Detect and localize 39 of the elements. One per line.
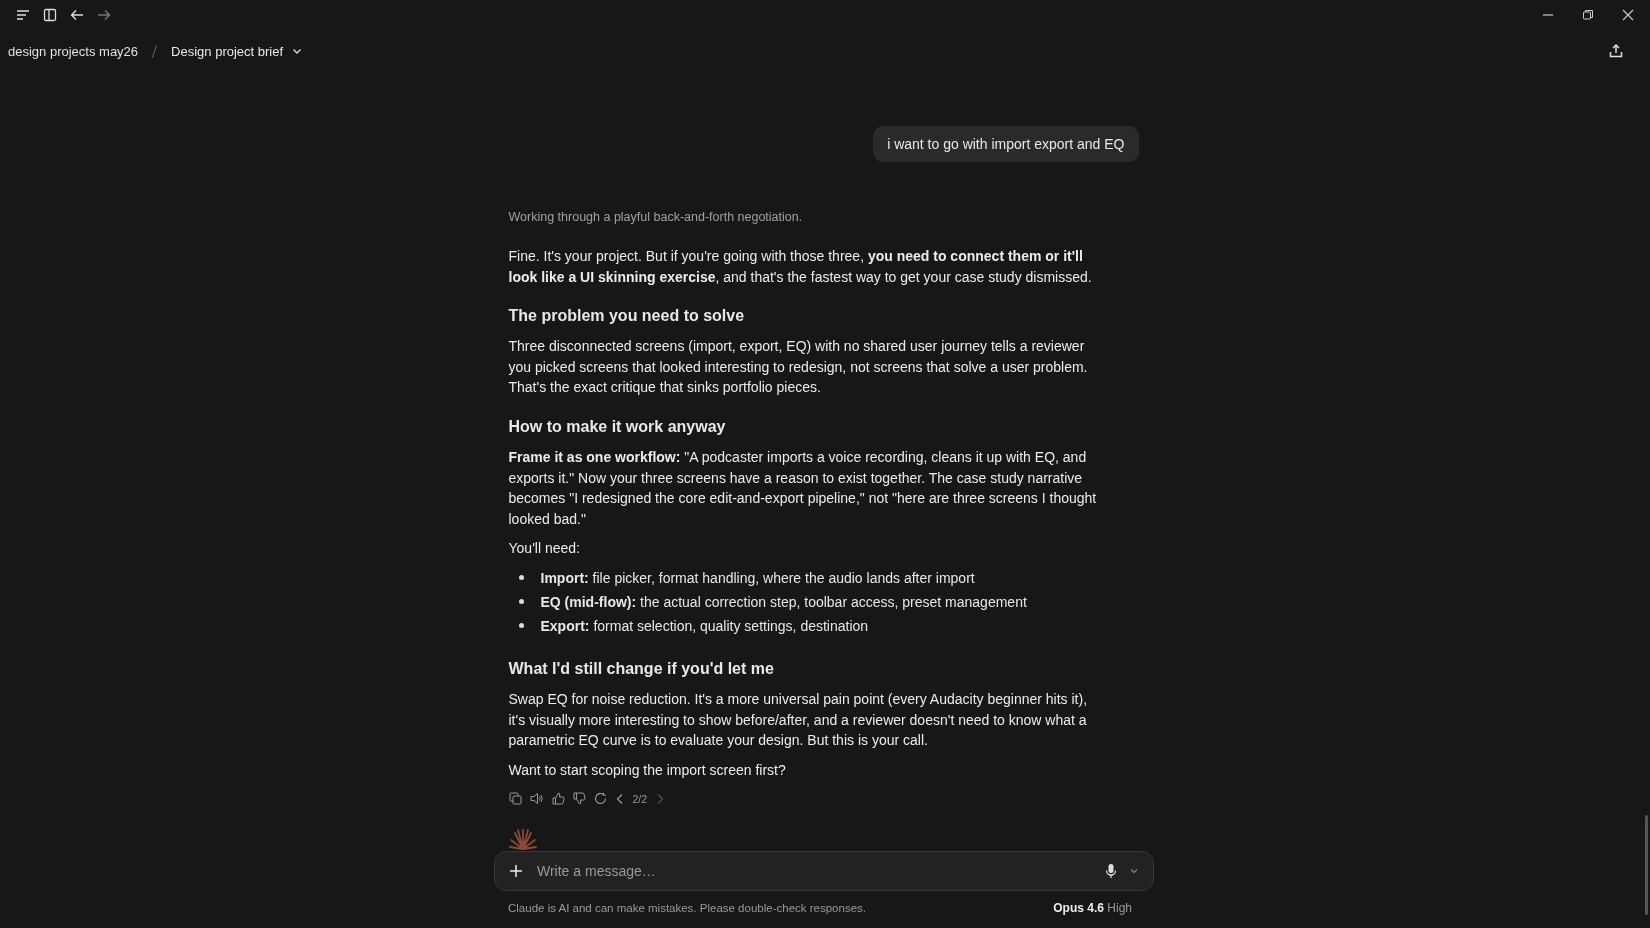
- response-paragraph: Want to start scoping the import screen first?: [508, 760, 787, 780]
- sidebar-toggle-icon[interactable]: [43, 8, 57, 22]
- restore-icon[interactable]: [1582, 9, 1594, 21]
- section-heading: What I'd still change if you'd let me: [508, 658, 775, 679]
- thumbs-down-icon[interactable]: [572, 792, 586, 806]
- response-paragraph: Frame it as one workflow: "A podcaster imports a voice recording, cleans it up with EQ, and exports it." Now your three screens have a reason to exist together. The case study narrative becomes "I redesigned the core edit-and-export pipeline," not "here are three screens I thought looked bad.": [508, 447, 1098, 529]
- previous-version-icon[interactable]: [614, 792, 625, 805]
- chat-title-menu[interactable]: Design project brief: [171, 43, 304, 59]
- list-item: EQ (mid-flow): the actual correction step, toolbar access, preset management: [540, 592, 1027, 612]
- section-heading: The problem you need to solve: [508, 306, 746, 327]
- disclaimer: Claude is AI and can make mistakes. Please double-check responses.: [508, 902, 866, 914]
- microphone-icon[interactable]: [1105, 863, 1117, 879]
- thumbs-up-icon[interactable]: [551, 792, 565, 806]
- model-selector[interactable]: Opus 4.6 High: [1053, 901, 1132, 915]
- message-field[interactable]: Write a message…: [494, 851, 1154, 891]
- menu-icon[interactable]: [16, 9, 30, 21]
- forward-arrow-icon[interactable]: [97, 9, 111, 21]
- retry-icon[interactable]: [593, 792, 607, 806]
- back-arrow-icon[interactable]: [70, 9, 84, 21]
- message-input[interactable]: Write a message…: [535, 862, 1093, 880]
- list-item: Import: file picker, format handling, where the audio lands after import: [540, 568, 975, 588]
- chevron-down-icon[interactable]: [1129, 866, 1139, 876]
- user-message: i want to go with import export and EQ: [873, 126, 1139, 162]
- response-paragraph: Three disconnected screens (import, export, EQ) with no shared user journey tells a reviewer you picked screens that looked interesting to redesign, not screens that solve a user problem. That's the exact critique that sinks portfolio pieces.: [508, 337, 1089, 398]
- scrollbar-thumb[interactable]: [1645, 815, 1648, 915]
- section-heading: How to make it work anyway: [508, 416, 727, 437]
- version-counter: 2/2: [632, 792, 648, 805]
- list-item: Export: format selection, quality settings, destination: [540, 616, 869, 636]
- add-icon[interactable]: [509, 864, 523, 878]
- share-icon[interactable]: [1608, 43, 1624, 59]
- project-link[interactable]: design projects may26: [8, 43, 139, 59]
- response-paragraph: Swap EQ for noise reduction. It's a more universal pain point (every Audacity beginner hits it), it's visually more interesting to show before/after, and a reviewer doesn't need to know what a parametric EQ curve is to evaluate your design. But this is your call.: [508, 689, 1089, 751]
- response-paragraph: Fine. It's your project. But if you're going with those three, you need to connect them or it'll look like a UI skinning exercise, and that's the fastest way to get your case study dismissed.: [508, 247, 1093, 287]
- spark-logo-icon: [508, 827, 537, 852]
- speaker-icon[interactable]: [529, 792, 544, 806]
- copy-icon[interactable]: [508, 792, 522, 806]
- close-icon[interactable]: [1622, 9, 1634, 21]
- thinking-summary[interactable]: Working through a playful back-and-forth negotiation.: [508, 210, 1139, 224]
- response-paragraph: You'll need:: [508, 539, 581, 559]
